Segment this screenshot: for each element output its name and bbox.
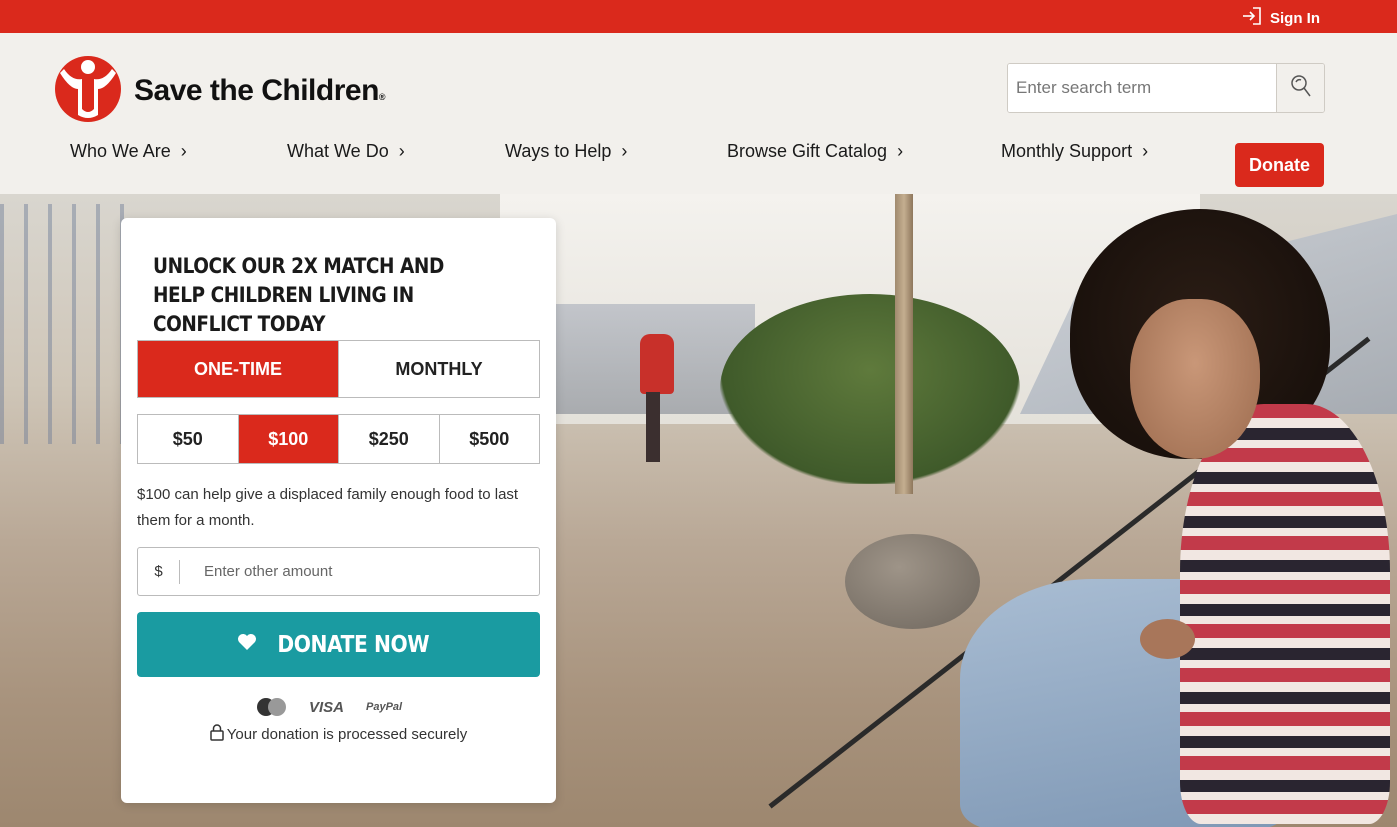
nav-browse-gift-catalog[interactable]: Browse Gift Catalog ›: [727, 141, 903, 162]
paypal-logo: PayPal: [366, 701, 403, 713]
amount-500-button[interactable]: $500: [438, 415, 540, 463]
nav-who-we-are[interactable]: Who We Are ›: [70, 141, 187, 162]
payment-methods: VISA PayPal: [257, 698, 402, 716]
nav-label: Who We Are: [70, 140, 171, 161]
chevron-right-icon: ›: [1142, 140, 1149, 161]
nav-label: Ways to Help: [505, 140, 612, 161]
save-the-children-logo-icon: [54, 53, 122, 128]
sign-in-label: Sign In: [1270, 9, 1320, 27]
donate-now-label: DONATE NOW: [277, 631, 430, 658]
sign-in-link[interactable]: Sign In: [1242, 7, 1320, 29]
secure-notice: Your donation is processed securely: [121, 724, 556, 745]
other-amount-field: $: [137, 547, 540, 596]
search-icon: [1290, 74, 1312, 103]
donation-heading: UNLOCK OUR 2X MATCH AND HELP CHILDREN LI…: [153, 254, 444, 336]
top-utility-bar: Sign In: [0, 0, 1397, 33]
currency-symbol: $: [138, 559, 180, 584]
nav-what-we-do[interactable]: What We Do ›: [287, 141, 405, 162]
chevron-right-icon: ›: [621, 140, 628, 161]
impact-text: $100 can help give a displaced family en…: [137, 486, 519, 529]
chevron-right-icon: ›: [398, 140, 405, 161]
mastercard-icon: [257, 698, 287, 716]
search-bar: [1007, 63, 1325, 113]
one-time-tab[interactable]: ONE-TIME: [138, 341, 338, 397]
nav-monthly-support[interactable]: Monthly Support ›: [1001, 141, 1148, 162]
logo-wordmark: Save the Children®: [134, 73, 386, 107]
nav-label: Monthly Support: [1001, 140, 1133, 161]
amount-50-button[interactable]: $50: [138, 415, 238, 463]
amount-options: $50 $100 $250 $500: [137, 414, 540, 464]
hero-background-person: [636, 324, 676, 464]
donate-now-button[interactable]: DONATE NOW: [137, 612, 540, 677]
header-donate-button[interactable]: Donate: [1235, 143, 1324, 187]
search-button[interactable]: [1276, 64, 1324, 112]
hero-child: [950, 209, 1397, 827]
hero-pole: [895, 194, 913, 494]
hero-fence: [0, 204, 140, 444]
chevron-right-icon: ›: [180, 140, 187, 161]
chevron-right-icon: ›: [897, 140, 904, 161]
lock-icon: [210, 724, 224, 745]
site-logo[interactable]: Save the Children®: [54, 53, 386, 128]
donation-card: UNLOCK OUR 2X MATCH AND HELP CHILDREN LI…: [121, 218, 556, 803]
sign-in-icon: [1242, 7, 1262, 29]
nav-ways-to-help[interactable]: Ways to Help ›: [505, 141, 627, 162]
secure-text: Your donation is processed securely: [226, 726, 468, 743]
search-input[interactable]: [1008, 64, 1276, 112]
other-amount-input[interactable]: [180, 563, 539, 580]
nav-label: What We Do: [287, 140, 389, 161]
visa-logo: VISA: [309, 698, 345, 716]
heart-icon: [237, 633, 257, 656]
amount-250-button[interactable]: $250: [338, 415, 439, 463]
nav-label: Browse Gift Catalog: [727, 140, 888, 161]
frequency-toggle: ONE-TIME MONTHLY: [137, 340, 540, 398]
monthly-tab[interactable]: MONTHLY: [338, 341, 539, 397]
amount-100-button[interactable]: $100: [237, 415, 338, 463]
site-header: Save the Children® Who We Are › What We …: [0, 33, 1397, 194]
